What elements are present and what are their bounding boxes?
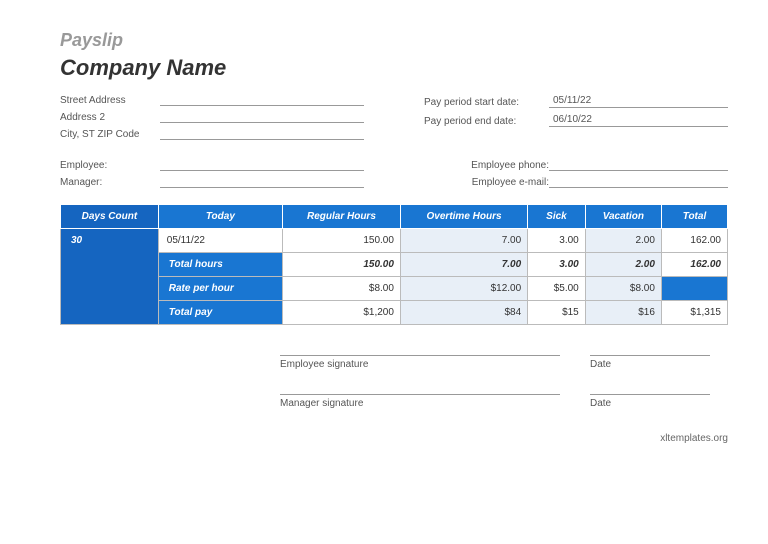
rate-sick: $5.00 — [528, 277, 586, 301]
street-address-field[interactable] — [160, 104, 364, 106]
pay-sick: $15 — [528, 301, 586, 325]
footer-credit: xltemplates.org — [60, 433, 728, 444]
total-hours-overtime: 7.00 — [400, 253, 527, 277]
employee-phone-field[interactable] — [549, 169, 728, 171]
employee-phone-label: Employee phone: — [424, 160, 549, 171]
employee-field[interactable] — [160, 169, 364, 171]
vacation-value: 2.00 — [585, 229, 661, 253]
employee-email-label: Employee e-mail: — [424, 177, 549, 188]
col-overtime-hours: Overtime Hours — [400, 205, 527, 229]
employee-email-field[interactable] — [549, 186, 728, 188]
manager-signature-line[interactable]: Manager signature — [280, 394, 560, 409]
rate-vacation: $8.00 — [585, 277, 661, 301]
period-start-label: Pay period start date: — [424, 97, 549, 108]
street-address-label: Street Address — [60, 95, 160, 106]
total-value: 162.00 — [661, 229, 727, 253]
total-hours-total: 162.00 — [661, 253, 727, 277]
pay-regular: $1,200 — [282, 301, 400, 325]
address2-field[interactable] — [160, 121, 364, 123]
regular-hours-value: 150.00 — [282, 229, 400, 253]
col-sick: Sick — [528, 205, 586, 229]
pay-vacation: $16 — [585, 301, 661, 325]
total-hours-sick: 3.00 — [528, 253, 586, 277]
col-total: Total — [661, 205, 727, 229]
city-zip-label: City, ST ZIP Code — [60, 129, 160, 140]
total-hours-regular: 150.00 — [282, 253, 400, 277]
employee-signature-line[interactable]: Employee signature — [280, 355, 560, 370]
total-hours-label: Total hours — [158, 253, 282, 277]
period-start-field[interactable]: 05/11/22 — [549, 95, 728, 108]
pay-overtime: $84 — [400, 301, 527, 325]
employee-signature-date[interactable]: Date — [590, 355, 710, 370]
table-row-rate: Rate per hour $8.00 $12.00 $5.00 $8.00 — [61, 277, 728, 301]
payslip-title: Payslip — [60, 30, 728, 51]
rate-total — [661, 277, 727, 301]
table-header-row: Days Count Today Regular Hours Overtime … — [61, 205, 728, 229]
manager-field[interactable] — [160, 186, 364, 188]
pay-total: $1,315 — [661, 301, 727, 325]
address2-label: Address 2 — [60, 112, 160, 123]
table-row-total-hours: Total hours 150.00 7.00 3.00 2.00 162.00 — [61, 253, 728, 277]
rate-label: Rate per hour — [158, 277, 282, 301]
days-count-value: 30 — [61, 229, 159, 325]
period-end-field[interactable]: 06/10/22 — [549, 114, 728, 127]
col-days-count: Days Count — [61, 205, 159, 229]
overtime-hours-value: 7.00 — [400, 229, 527, 253]
manager-label: Manager: — [60, 177, 160, 188]
col-today: Today — [158, 205, 282, 229]
rate-regular: $8.00 — [282, 277, 400, 301]
employee-label: Employee: — [60, 160, 160, 171]
sick-value: 3.00 — [528, 229, 586, 253]
payslip-table: Days Count Today Regular Hours Overtime … — [60, 204, 728, 325]
total-pay-label: Total pay — [158, 301, 282, 325]
period-end-label: Pay period end date: — [424, 116, 549, 127]
table-row-total-pay: Total pay $1,200 $84 $15 $16 $1,315 — [61, 301, 728, 325]
today-value: 05/11/22 — [158, 229, 282, 253]
table-row: 30 05/11/22 150.00 7.00 3.00 2.00 162.00 — [61, 229, 728, 253]
manager-signature-date[interactable]: Date — [590, 394, 710, 409]
col-regular-hours: Regular Hours — [282, 205, 400, 229]
col-vacation: Vacation — [585, 205, 661, 229]
rate-overtime: $12.00 — [400, 277, 527, 301]
company-name: Company Name — [60, 55, 728, 81]
total-hours-vacation: 2.00 — [585, 253, 661, 277]
city-zip-field[interactable] — [160, 138, 364, 140]
